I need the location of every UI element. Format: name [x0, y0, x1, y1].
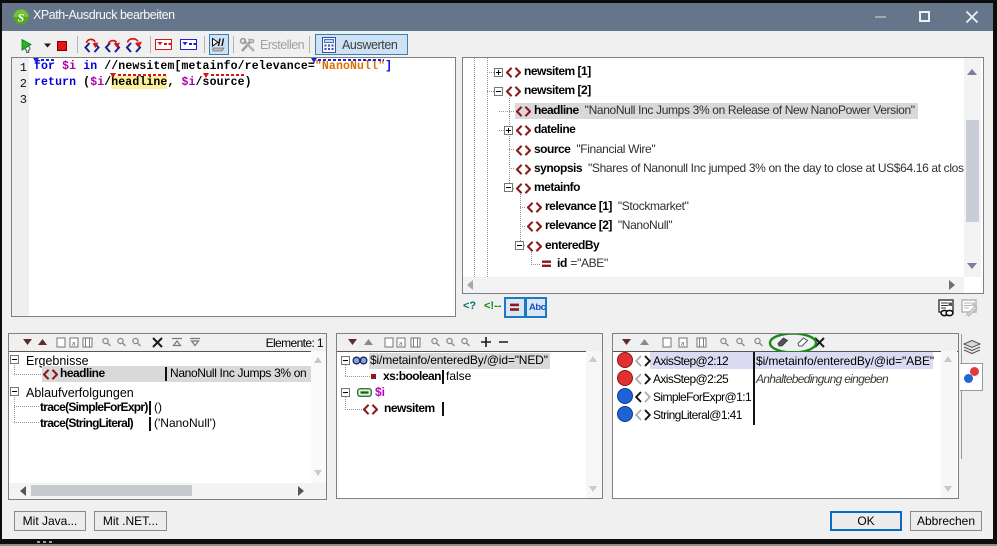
svg-text:S: S	[18, 11, 25, 25]
